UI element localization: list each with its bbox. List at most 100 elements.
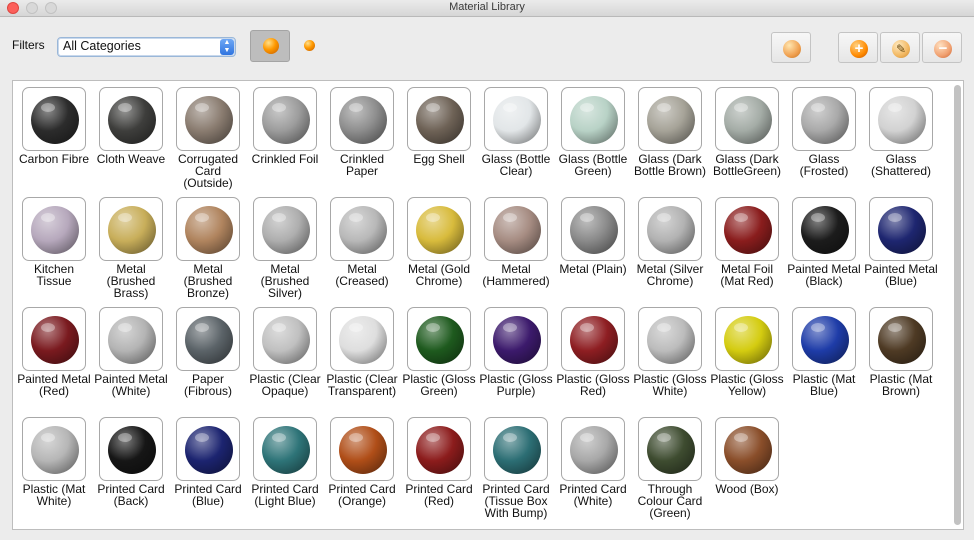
material-thumbnail[interactable] [22, 307, 86, 371]
material-item[interactable]: Wood (Box) [710, 417, 784, 527]
material-thumbnail[interactable] [253, 87, 317, 151]
material-thumbnail[interactable] [22, 417, 86, 481]
material-item[interactable]: Painted Metal (Blue) [864, 197, 938, 307]
material-thumbnail[interactable] [715, 307, 779, 371]
import-material-button[interactable] [771, 32, 811, 63]
material-item[interactable]: Glass (Frosted) [787, 87, 861, 197]
material-thumbnail[interactable] [253, 197, 317, 261]
material-thumbnail[interactable] [99, 307, 163, 371]
material-item[interactable]: Printed Card (Red) [402, 417, 476, 527]
material-thumbnail[interactable] [715, 87, 779, 151]
material-item[interactable]: Metal (Brushed Bronze) [171, 197, 245, 307]
material-item[interactable]: Plastic (Clear Opaque) [248, 307, 322, 417]
material-item[interactable]: Metal (Hammered) [479, 197, 553, 307]
material-thumbnail[interactable] [561, 87, 625, 151]
material-thumbnail[interactable] [253, 417, 317, 481]
material-thumbnail[interactable] [715, 417, 779, 481]
material-thumbnail[interactable] [99, 197, 163, 261]
material-thumbnail[interactable] [99, 417, 163, 481]
material-item[interactable]: Glass (Shattered) [864, 87, 938, 197]
material-thumbnail[interactable] [792, 87, 856, 151]
material-thumbnail[interactable] [869, 197, 933, 261]
material-thumbnail[interactable] [638, 197, 702, 261]
material-thumbnail[interactable] [330, 307, 394, 371]
material-item[interactable]: Printed Card (Tissue Box With Bump) [479, 417, 553, 527]
material-item[interactable]: Metal (Silver Chrome) [633, 197, 707, 307]
material-item[interactable]: Metal (Creased) [325, 197, 399, 307]
material-thumbnail[interactable] [407, 307, 471, 371]
material-thumbnail[interactable] [330, 197, 394, 261]
material-item[interactable]: Egg Shell [402, 87, 476, 197]
material-item[interactable]: Plastic (Gloss Yellow) [710, 307, 784, 417]
material-thumbnail[interactable] [638, 87, 702, 151]
category-filter-select[interactable]: All Categories ▲ ▼ [57, 37, 236, 57]
material-item[interactable]: Painted Metal (White) [94, 307, 168, 417]
material-thumbnail[interactable] [484, 417, 548, 481]
material-item[interactable]: Plastic (Mat Blue) [787, 307, 861, 417]
small-thumbnails-button[interactable] [300, 32, 320, 60]
material-thumbnail[interactable] [22, 197, 86, 261]
material-thumbnail[interactable] [715, 197, 779, 261]
material-item[interactable]: Painted Metal (Black) [787, 197, 861, 307]
remove-material-button[interactable]: − [922, 32, 962, 63]
material-thumbnail[interactable] [407, 417, 471, 481]
material-item[interactable]: Metal (Brushed Silver) [248, 197, 322, 307]
material-thumbnail[interactable] [484, 87, 548, 151]
material-item[interactable]: Metal (Gold Chrome) [402, 197, 476, 307]
material-thumbnail[interactable] [176, 87, 240, 151]
material-thumbnail[interactable] [638, 307, 702, 371]
material-item[interactable]: Glass (Bottle Clear) [479, 87, 553, 197]
material-thumbnail[interactable] [561, 307, 625, 371]
material-item[interactable]: Printed Card (Orange) [325, 417, 399, 527]
material-item[interactable]: Glass (Bottle Green) [556, 87, 630, 197]
material-item[interactable]: Plastic (Clear Transparent) [325, 307, 399, 417]
material-thumbnail[interactable] [22, 87, 86, 151]
material-thumbnail[interactable] [561, 197, 625, 261]
material-thumbnail[interactable] [484, 197, 548, 261]
material-thumbnail[interactable] [407, 87, 471, 151]
material-item[interactable]: Paper (Fibrous) [171, 307, 245, 417]
material-thumbnail[interactable] [484, 307, 548, 371]
material-thumbnail[interactable] [176, 197, 240, 261]
material-item[interactable]: Printed Card (Blue) [171, 417, 245, 527]
material-item[interactable]: Through Colour Card (Green) [633, 417, 707, 527]
material-item[interactable]: Kitchen Tissue [17, 197, 91, 307]
material-item[interactable]: Plastic (Gloss Purple) [479, 307, 553, 417]
material-thumbnail[interactable] [792, 197, 856, 261]
material-item[interactable]: Crinkled Foil [248, 87, 322, 197]
add-material-button[interactable]: + [838, 32, 878, 63]
material-thumbnail[interactable] [638, 417, 702, 481]
material-thumbnail[interactable] [330, 417, 394, 481]
material-thumbnail[interactable] [253, 307, 317, 371]
material-thumbnail[interactable] [176, 307, 240, 371]
material-item[interactable]: Carbon Fibre [17, 87, 91, 197]
edit-material-button[interactable]: ✎ [880, 32, 920, 63]
large-thumbnails-button[interactable] [250, 30, 290, 62]
material-item[interactable]: Painted Metal (Red) [17, 307, 91, 417]
material-item[interactable]: Plastic (Mat Brown) [864, 307, 938, 417]
material-item[interactable]: Glass (Dark BottleGreen) [710, 87, 784, 197]
material-item[interactable]: Metal (Plain) [556, 197, 630, 307]
material-thumbnail[interactable] [869, 87, 933, 151]
material-item[interactable]: Crinkled Paper [325, 87, 399, 197]
material-item[interactable]: Plastic (Gloss Green) [402, 307, 476, 417]
material-item[interactable]: Metal Foil (Mat Red) [710, 197, 784, 307]
material-item[interactable]: Printed Card (Back) [94, 417, 168, 527]
material-thumbnail[interactable] [792, 307, 856, 371]
material-item[interactable]: Plastic (Gloss White) [633, 307, 707, 417]
material-thumbnail[interactable] [330, 87, 394, 151]
vertical-scrollbar[interactable] [954, 85, 961, 525]
material-thumbnail[interactable] [407, 197, 471, 261]
material-item[interactable]: Printed Card (White) [556, 417, 630, 527]
material-item[interactable]: Glass (Dark Bottle Brown) [633, 87, 707, 197]
material-thumbnail[interactable] [869, 307, 933, 371]
material-item[interactable]: Metal (Brushed Brass) [94, 197, 168, 307]
material-item[interactable]: Cloth Weave [94, 87, 168, 197]
material-thumbnail[interactable] [176, 417, 240, 481]
material-item[interactable]: Printed Card (Light Blue) [248, 417, 322, 527]
material-thumbnail[interactable] [561, 417, 625, 481]
material-thumbnail[interactable] [99, 87, 163, 151]
material-item[interactable]: Plastic (Gloss Red) [556, 307, 630, 417]
material-item[interactable]: Corrugated Card (Outside) [171, 87, 245, 197]
material-item[interactable]: Plastic (Mat White) [17, 417, 91, 527]
